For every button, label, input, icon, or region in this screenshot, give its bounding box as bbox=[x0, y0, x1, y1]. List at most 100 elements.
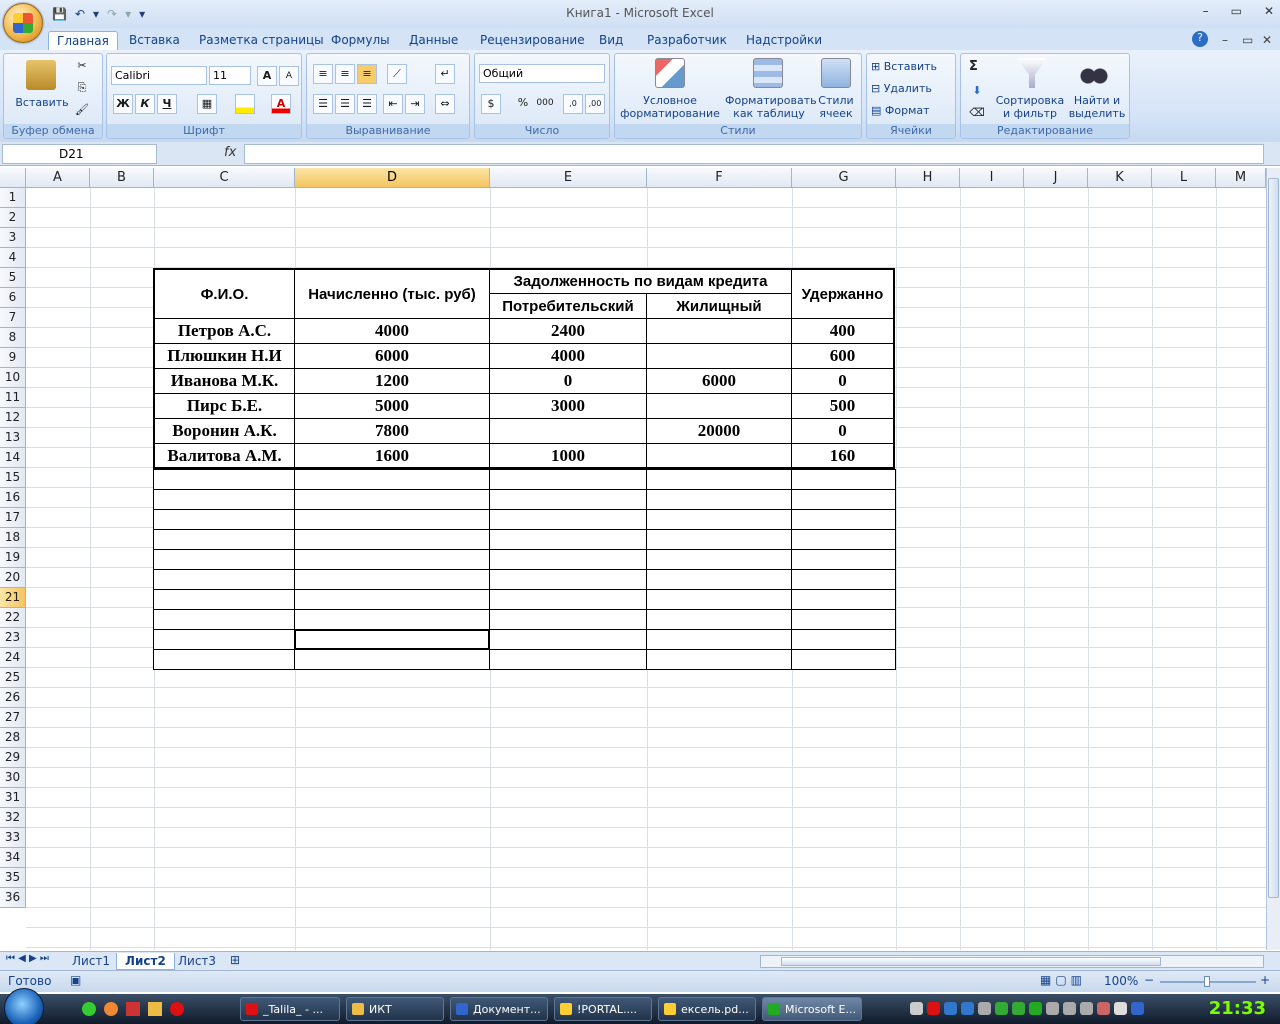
cell-housing[interactable] bbox=[646, 343, 792, 369]
empty-cell[interactable] bbox=[646, 649, 792, 670]
empty-cell[interactable] bbox=[646, 469, 792, 490]
tab-review[interactable]: Рецензирование bbox=[472, 31, 593, 50]
autosum-icon[interactable]: Σ bbox=[969, 60, 978, 73]
empty-cell[interactable] bbox=[294, 649, 490, 670]
horizontal-scroll-thumb[interactable] bbox=[781, 957, 1161, 966]
empty-cell[interactable] bbox=[489, 569, 647, 590]
percent-button[interactable]: % bbox=[513, 94, 533, 114]
scroll-thumb[interactable] bbox=[1268, 178, 1279, 898]
empty-cell[interactable] bbox=[646, 529, 792, 550]
cell-housing[interactable] bbox=[646, 318, 792, 344]
col-header-l[interactable]: L bbox=[1152, 168, 1216, 188]
tab-insert[interactable]: Вставка bbox=[121, 31, 188, 50]
header-withheld[interactable]: Удержанно bbox=[791, 268, 895, 319]
cell-accrued[interactable]: 1600 bbox=[294, 443, 490, 469]
empty-cell[interactable] bbox=[791, 549, 896, 570]
empty-cell[interactable] bbox=[791, 509, 896, 530]
tab-view[interactable]: Вид bbox=[591, 31, 631, 50]
tray-icon[interactable] bbox=[1046, 1002, 1059, 1015]
select-all-corner[interactable] bbox=[0, 168, 26, 188]
tray-icon[interactable] bbox=[978, 1002, 991, 1015]
tray-icon[interactable] bbox=[961, 1002, 974, 1015]
empty-cell[interactable] bbox=[791, 589, 896, 610]
start-button[interactable] bbox=[4, 988, 44, 1024]
cell-housing[interactable] bbox=[646, 443, 792, 469]
empty-cell[interactable] bbox=[294, 549, 490, 570]
cell-fio[interactable]: Воронин А.К. bbox=[153, 418, 295, 444]
empty-cell[interactable] bbox=[646, 629, 792, 650]
row-header[interactable]: 36 bbox=[0, 888, 26, 908]
font-name-combo[interactable]: Calibri bbox=[111, 66, 207, 85]
thousands-button[interactable]: 000 bbox=[535, 94, 555, 114]
app-icon[interactable] bbox=[126, 1002, 140, 1016]
paste-button[interactable]: Вставить bbox=[12, 96, 72, 109]
currency-icon[interactable]: $ bbox=[481, 94, 501, 114]
header-housing[interactable]: Жилищный bbox=[646, 293, 792, 319]
cell-accrued[interactable]: 6000 bbox=[294, 343, 490, 369]
taskbar-item-doc[interactable]: Документ... bbox=[450, 997, 548, 1021]
empty-cell[interactable] bbox=[791, 649, 896, 670]
cell-fio[interactable]: Иванова М.К. bbox=[153, 368, 295, 394]
empty-cell[interactable] bbox=[153, 489, 295, 510]
row-header[interactable]: 25 bbox=[0, 668, 26, 688]
tab-addins[interactable]: Надстройки bbox=[738, 31, 830, 50]
empty-cell[interactable] bbox=[791, 469, 896, 490]
close-button[interactable]: ✕ bbox=[1264, 4, 1274, 18]
flag-icon[interactable] bbox=[1097, 1002, 1110, 1015]
copy-icon[interactable]: ⎘ bbox=[72, 79, 92, 99]
taskbar-item-opera[interactable]: _Talila_ - ... bbox=[240, 997, 340, 1021]
taskbar-item-pdf[interactable]: ексель.pd... bbox=[658, 997, 756, 1021]
conditional-format-button[interactable]: Условное форматирование bbox=[617, 94, 723, 120]
align-middle-icon[interactable]: ≡ bbox=[335, 64, 355, 84]
cell-consumer[interactable]: 3000 bbox=[489, 393, 647, 419]
clock[interactable]: 21:33 bbox=[1209, 998, 1266, 1019]
cell-accrued[interactable]: 5000 bbox=[294, 393, 490, 419]
empty-cell[interactable] bbox=[294, 509, 490, 530]
taskbar-item-portal[interactable]: !PORTAL.... bbox=[554, 997, 652, 1021]
row-header[interactable]: 10 bbox=[0, 368, 26, 388]
row-header[interactable]: 16 bbox=[0, 488, 26, 508]
cell-consumer[interactable]: 0 bbox=[489, 368, 647, 394]
empty-cell[interactable] bbox=[489, 469, 647, 490]
row-header[interactable]: 24 bbox=[0, 648, 26, 668]
tray-icon[interactable] bbox=[927, 1002, 940, 1015]
paste-icon[interactable] bbox=[26, 60, 56, 90]
empty-cell[interactable] bbox=[489, 589, 647, 610]
empty-cell[interactable] bbox=[489, 489, 647, 510]
col-header-b[interactable]: B bbox=[90, 168, 154, 188]
empty-cell[interactable] bbox=[294, 529, 490, 550]
row-header[interactable]: 9 bbox=[0, 348, 26, 368]
cell-withheld[interactable]: 600 bbox=[791, 343, 895, 369]
row-header[interactable]: 7 bbox=[0, 308, 26, 328]
font-size-combo[interactable]: 11 bbox=[209, 66, 251, 85]
ribbon-minimize-button[interactable]: – bbox=[1214, 31, 1236, 50]
cell-withheld[interactable]: 0 bbox=[791, 368, 895, 394]
format-table-icon[interactable] bbox=[753, 58, 783, 88]
empty-cell[interactable] bbox=[294, 569, 490, 590]
col-header-i[interactable]: I bbox=[960, 168, 1024, 188]
tab-page-layout[interactable]: Разметка страницы bbox=[191, 31, 332, 50]
row-header[interactable]: 1 bbox=[0, 188, 26, 208]
row-header[interactable]: 18 bbox=[0, 528, 26, 548]
network-icon[interactable] bbox=[1131, 1002, 1144, 1015]
empty-cell[interactable] bbox=[153, 609, 295, 630]
zoom-level[interactable]: 100% bbox=[1104, 974, 1138, 988]
header-fio[interactable]: Ф.И.О. bbox=[153, 268, 295, 319]
cell-consumer[interactable] bbox=[489, 418, 647, 444]
row-header[interactable]: 28 bbox=[0, 728, 26, 748]
office-button[interactable] bbox=[3, 3, 43, 43]
align-bottom-icon[interactable]: ≡ bbox=[357, 64, 377, 84]
shrink-font-button[interactable]: A bbox=[279, 66, 299, 86]
empty-cell[interactable] bbox=[646, 569, 792, 590]
empty-cell[interactable] bbox=[294, 469, 490, 490]
row-header[interactable]: 12 bbox=[0, 408, 26, 428]
taskbar-item-folder[interactable]: ИКТ bbox=[346, 997, 444, 1021]
tray-icon[interactable] bbox=[1012, 1002, 1025, 1015]
tray-icon[interactable] bbox=[910, 1002, 923, 1015]
firefox-icon[interactable] bbox=[104, 1002, 118, 1016]
empty-cell[interactable] bbox=[791, 609, 896, 630]
cell-withheld[interactable]: 0 bbox=[791, 418, 895, 444]
empty-cell[interactable] bbox=[791, 569, 896, 590]
row-header[interactable]: 15 bbox=[0, 468, 26, 488]
col-header-c[interactable]: C bbox=[154, 168, 295, 188]
